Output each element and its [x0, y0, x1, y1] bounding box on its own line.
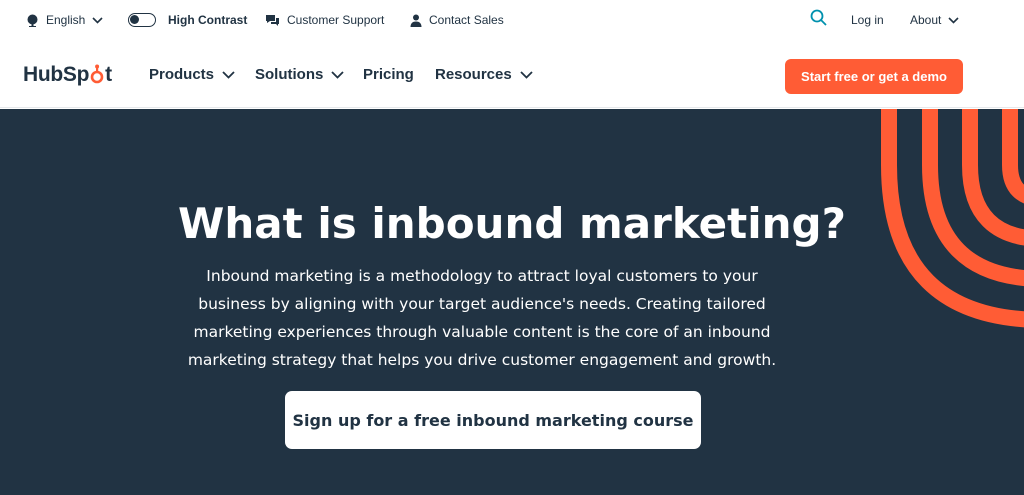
login-label: Log in: [851, 13, 884, 27]
hero-section: What is inbound marketing? Inbound marke…: [0, 109, 1024, 495]
globe-icon: [26, 14, 39, 27]
customer-support-link[interactable]: Customer Support: [265, 11, 384, 29]
contact-sales-label: Contact Sales: [429, 13, 504, 27]
person-icon: [410, 14, 422, 27]
language-selector[interactable]: English: [26, 11, 103, 29]
chat-icon: [265, 14, 280, 27]
nav-pricing-label: Pricing: [363, 66, 414, 83]
start-free-button[interactable]: Start free or get a demo: [785, 59, 963, 94]
logo-text-suffix: t: [105, 63, 112, 86]
nav-resources[interactable]: Resources: [435, 66, 533, 83]
language-label: English: [46, 13, 86, 27]
customer-support-label: Customer Support: [287, 13, 385, 27]
search-button[interactable]: [810, 9, 827, 29]
chevron-down-icon: [948, 16, 959, 24]
hubspot-logo[interactable]: HubSp t: [23, 62, 112, 88]
main-nav: HubSp t Products Solutions Pricing Resou…: [0, 40, 1024, 108]
about-menu[interactable]: About: [910, 11, 959, 29]
nav-products[interactable]: Products: [149, 66, 235, 83]
chevron-down-icon: [92, 16, 103, 24]
nav-resources-label: Resources: [435, 66, 512, 83]
search-icon: [810, 9, 827, 29]
chevron-down-icon: [520, 70, 533, 79]
logo-text-prefix: HubSp: [23, 63, 90, 86]
hero-description: Inbound marketing is a methodology to at…: [187, 267, 777, 369]
nav-solutions[interactable]: Solutions: [255, 66, 344, 83]
login-link[interactable]: Log in: [851, 11, 884, 29]
high-contrast-label: High Contrast: [168, 13, 248, 27]
nav-solutions-label: Solutions: [255, 66, 324, 83]
signup-course-button[interactable]: Sign up for a free inbound marketing cou…: [285, 391, 701, 449]
utility-bar: English High Contrast Customer Support C…: [0, 0, 1024, 40]
hero-title: What is inbound marketing?: [178, 199, 846, 248]
about-label: About: [910, 13, 942, 27]
toggle-icon[interactable]: [128, 13, 156, 27]
high-contrast-toggle[interactable]: High Contrast: [128, 11, 247, 29]
contact-sales-link[interactable]: Contact Sales: [410, 11, 504, 29]
chevron-down-icon: [222, 70, 235, 79]
logo-sprocket: [89, 63, 105, 87]
nav-pricing[interactable]: Pricing: [363, 66, 414, 83]
nav-products-label: Products: [149, 66, 215, 83]
chevron-down-icon: [331, 70, 344, 79]
